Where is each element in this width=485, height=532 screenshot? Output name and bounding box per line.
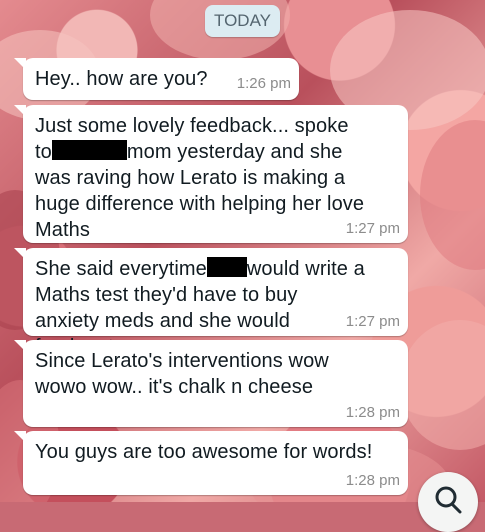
message-text-line: would write a xyxy=(246,258,365,280)
message-bubble[interactable]: You guys are too awesome for words! 1:28… xyxy=(14,431,408,495)
redaction-block xyxy=(51,140,127,160)
message-bubble[interactable]: She said everytime would write a Maths te… xyxy=(14,248,408,358)
search-icon xyxy=(435,486,462,514)
message-bubble[interactable]: Since Lerato's interventions wow wowo wo… xyxy=(14,340,408,427)
message-text: Just some lovely feedback... spoke to mom… xyxy=(35,113,398,243)
bubble-tail xyxy=(14,105,26,117)
message-time: 1:28 pm xyxy=(345,404,400,421)
message-text-line: Just some lovely feedback... spoke xyxy=(35,115,349,137)
search-fab-button[interactable] xyxy=(418,472,478,532)
message-time: 1:27 pm xyxy=(345,220,400,237)
message-time: 1:26 pm xyxy=(236,75,291,92)
message-time: 1:28 pm xyxy=(345,472,400,489)
bubble-tail xyxy=(14,340,26,352)
message-text-line: She said everytime xyxy=(35,258,207,280)
chat-thread: TODAY Hey.. how are you? 1:26 pm Just so… xyxy=(0,0,485,532)
bubble-tail xyxy=(14,58,26,70)
message-text: You guys are too awesome for words! xyxy=(35,441,373,463)
message-time: 1:27 pm xyxy=(345,313,400,330)
bubble-tail xyxy=(14,431,26,443)
bubble-tail xyxy=(14,248,26,260)
date-chip: TODAY xyxy=(205,5,280,37)
message-text-line: to xyxy=(35,141,52,163)
redaction-block xyxy=(206,257,247,277)
message-text: Since Lerato's interventions wow wowo wo… xyxy=(35,350,329,398)
message-bubble[interactable]: Just some lovely feedback... spoke to mom… xyxy=(14,105,408,243)
message-text-rest: was raving how Lerato is making a huge d… xyxy=(35,167,365,241)
message-text-line: mom yesterday and she xyxy=(126,141,343,163)
message-bubble[interactable]: Hey.. how are you? 1:26 pm xyxy=(14,58,299,100)
